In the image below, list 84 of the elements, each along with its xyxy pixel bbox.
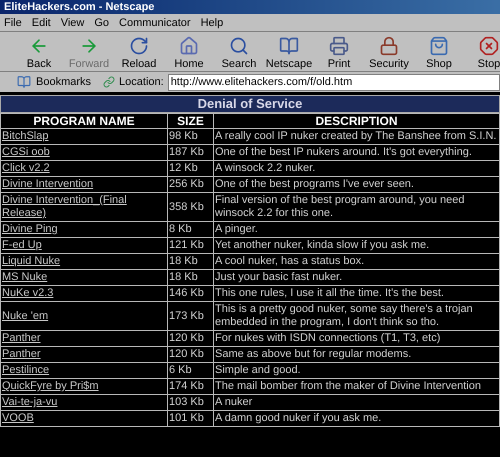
table-cell: 18 Kb bbox=[168, 270, 214, 286]
link-icon bbox=[103, 76, 116, 88]
window-title: EliteHackers.com - Netscape bbox=[4, 0, 154, 14]
column-header: DESCRIPTION bbox=[214, 114, 500, 128]
table-cell: This one rules, I use it all the time. It's the best. bbox=[214, 286, 500, 302]
program-link[interactable]: MS Nuke bbox=[0, 270, 168, 286]
program-link[interactable]: Panther bbox=[0, 346, 168, 362]
table-cell: A damn good nuker if you ask me. bbox=[214, 410, 500, 426]
toolbar-button[interactable]: Search bbox=[214, 32, 264, 71]
program-link[interactable]: Panther bbox=[0, 330, 168, 346]
table-cell: Simple and good. bbox=[214, 362, 500, 378]
reload-icon bbox=[129, 36, 149, 56]
table-cell: For nukes with ISDN connections (T1, T3, etc) bbox=[214, 330, 500, 346]
table-cell: 12 Kb bbox=[168, 160, 214, 176]
table-cell: One of the best programs I've ever seen. bbox=[214, 176, 500, 192]
table-cell: 187 Kb bbox=[168, 144, 214, 160]
table-cell: 174 Kb bbox=[168, 378, 214, 394]
url-field[interactable]: http://www.elitehackers.com/f/old.htm bbox=[168, 74, 500, 90]
toolbar-button[interactable]: Back bbox=[14, 32, 64, 71]
column-header: SIZE bbox=[168, 114, 214, 128]
table-cell: 18 Kb bbox=[168, 254, 214, 270]
table-cell: A nuker bbox=[214, 394, 500, 410]
home-icon bbox=[179, 36, 199, 56]
toolbar-button[interactable]: Print bbox=[314, 32, 364, 71]
table-cell: 121 Kb bbox=[168, 238, 214, 254]
program-link[interactable]: VOOB bbox=[0, 410, 168, 426]
menu-item[interactable]: Help bbox=[200, 16, 224, 30]
menu-item[interactable]: File bbox=[4, 16, 22, 30]
padlock-icon bbox=[379, 36, 399, 56]
table-cell: The mail bomber from the maker of Divine Intervention bbox=[214, 378, 500, 394]
shopping-bag-icon bbox=[429, 36, 449, 56]
menu-item[interactable]: Communicator bbox=[119, 16, 191, 30]
program-link[interactable]: BitchSlap bbox=[0, 128, 168, 144]
table-cell: Final version of the best program around, you need winsock 2.2 for this one. bbox=[214, 192, 500, 222]
program-link[interactable]: F-ed Up bbox=[0, 238, 168, 254]
toolbar-button[interactable]: Netscape bbox=[264, 32, 314, 71]
toolbar-button[interactable]: Security bbox=[364, 32, 414, 71]
menu-item[interactable]: Edit bbox=[32, 16, 51, 30]
table-cell: Just your basic fast nuker. bbox=[214, 270, 500, 286]
table-cell: 256 Kb bbox=[168, 176, 214, 192]
table-cell: 98 Kb bbox=[168, 128, 214, 144]
program-link[interactable]: Click v2.2 bbox=[0, 160, 168, 176]
program-link[interactable]: Divine Intervention_(Final Release) bbox=[0, 192, 168, 222]
program-link[interactable]: Pestilince bbox=[0, 362, 168, 378]
program-link[interactable]: CGSi oob bbox=[0, 144, 168, 160]
book-icon bbox=[279, 36, 299, 56]
stop-icon bbox=[479, 36, 499, 56]
program-link[interactable]: Divine Ping bbox=[0, 222, 168, 238]
program-link[interactable]: Divine Intervention bbox=[0, 176, 168, 192]
column-header: PROGRAM NAME bbox=[0, 114, 168, 128]
bookmarks-button[interactable]: Bookmarks bbox=[36, 75, 92, 89]
table-cell: Yet another nuker, kinda slow if you ask me. bbox=[214, 238, 500, 254]
table-cell: 173 Kb bbox=[168, 302, 214, 330]
table-cell: 103 Kb bbox=[168, 394, 214, 410]
program-link[interactable]: NuKe v2.3 bbox=[0, 286, 168, 302]
table-title: Denial of Service bbox=[0, 95, 500, 113]
table-cell: 120 Kb bbox=[168, 346, 214, 362]
program-link[interactable]: QuickFyre by Pri$m bbox=[0, 378, 168, 394]
table-cell: Same as above but for regular modems. bbox=[214, 346, 500, 362]
program-link[interactable]: Nuke 'em bbox=[0, 302, 168, 330]
table-cell: This is a pretty good nuker, some say there's a trojan embedded in the program, I don't think so tho. bbox=[214, 302, 500, 330]
menu-item[interactable]: Go bbox=[94, 16, 110, 30]
table-cell: A really cool IP nuker created by The Banshee from S.I.N. bbox=[214, 128, 500, 144]
search-icon bbox=[229, 36, 249, 56]
bookmarks-icon bbox=[16, 75, 32, 89]
table-cell: A winsock 2.2 nuker. bbox=[214, 160, 500, 176]
table-cell: 146 Kb bbox=[168, 286, 214, 302]
toolbar-button[interactable]: Shop bbox=[414, 32, 464, 71]
table-cell: A cool nuker, has a status box. bbox=[214, 254, 500, 270]
table-cell: 120 Kb bbox=[168, 330, 214, 346]
table-cell: 101 Kb bbox=[168, 410, 214, 426]
menu-item[interactable]: View bbox=[60, 16, 84, 30]
table-cell: A pinger. bbox=[214, 222, 500, 238]
table-cell: 358 Kb bbox=[168, 192, 214, 222]
toolbar-button[interactable]: Stop bbox=[464, 32, 500, 71]
toolbar-button[interactable]: Reload bbox=[114, 32, 164, 71]
program-link[interactable]: Liquid Nuke bbox=[0, 254, 168, 270]
printer-icon bbox=[329, 36, 349, 56]
table-cell: One of the best IP nukers around. It's got everything. bbox=[214, 144, 500, 160]
program-link[interactable]: Vai-te-ja-vu bbox=[0, 394, 168, 410]
toolbar-button[interactable]: Home bbox=[164, 32, 214, 71]
location-label: Location: bbox=[119, 75, 164, 89]
table-cell: 6 Kb bbox=[168, 362, 214, 378]
table-cell: 8 Kb bbox=[168, 222, 214, 238]
